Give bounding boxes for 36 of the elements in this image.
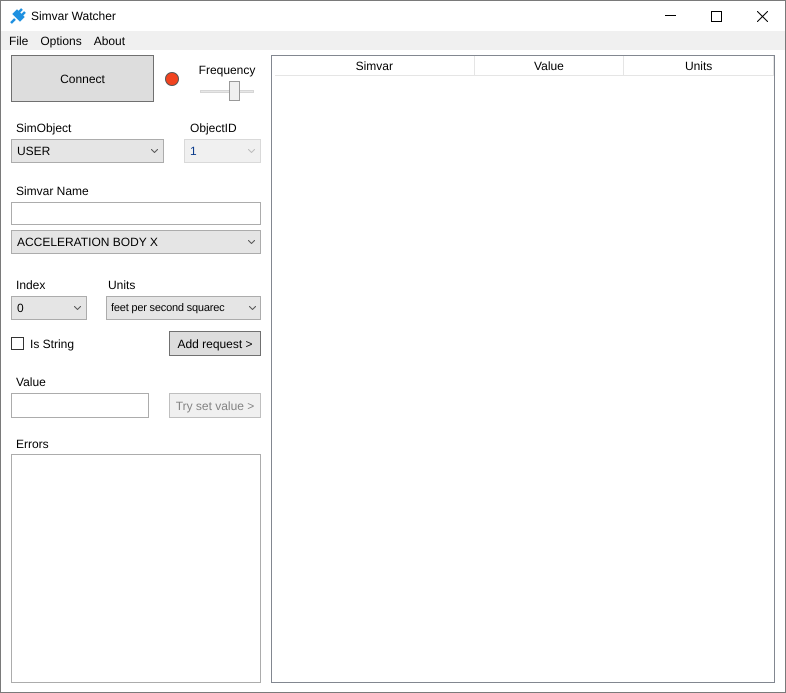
units-label: Units: [108, 277, 136, 292]
frequency-label: Frequency: [198, 62, 256, 79]
chevron-down-icon: [248, 240, 255, 244]
menu-item[interactable]: File: [3, 32, 34, 50]
errors-label: Errors: [16, 436, 50, 451]
simobject-label: SimObject: [16, 120, 72, 135]
chevron-down-icon: [151, 149, 158, 153]
frequency-slider[interactable]: [200, 81, 254, 101]
chevron-down-icon: [248, 149, 255, 153]
is-string-checkbox[interactable]: [11, 337, 24, 350]
simobject-dropdown[interactable]: USER: [11, 139, 164, 163]
column-header[interactable]: Simvar: [275, 56, 475, 76]
maximize-icon: [710, 10, 722, 22]
connect-button[interactable]: Connect: [11, 55, 154, 102]
slider-thumb[interactable]: [229, 81, 240, 101]
is-string-label: Is String: [30, 336, 74, 352]
minimize-icon: [664, 15, 676, 17]
chevron-down-icon: [249, 306, 256, 310]
simvar-name-field[interactable]: [11, 202, 261, 225]
window-title: Simvar Watcher: [31, 8, 116, 25]
close-icon: [756, 10, 768, 22]
index-label: Index: [16, 277, 46, 292]
value-field[interactable]: [11, 393, 149, 418]
units-dropdown[interactable]: feet per second squarec: [106, 296, 261, 320]
column-header[interactable]: Units: [624, 56, 774, 76]
menu-item[interactable]: About: [88, 32, 132, 50]
simvar-name-label: Simvar Name: [16, 183, 90, 198]
index-dropdown[interactable]: 0: [11, 296, 87, 320]
chevron-down-icon: [74, 306, 81, 310]
menu-item[interactable]: Options: [34, 32, 88, 50]
column-header[interactable]: Value: [474, 56, 624, 76]
simvar-dropdown[interactable]: ACCELERATION BODY X: [11, 230, 261, 254]
objectid-label: ObjectID: [190, 120, 238, 135]
add-request-button[interactable]: Add request >: [169, 331, 261, 356]
value-label: Value: [16, 374, 47, 389]
plug-icon: [10, 8, 26, 24]
